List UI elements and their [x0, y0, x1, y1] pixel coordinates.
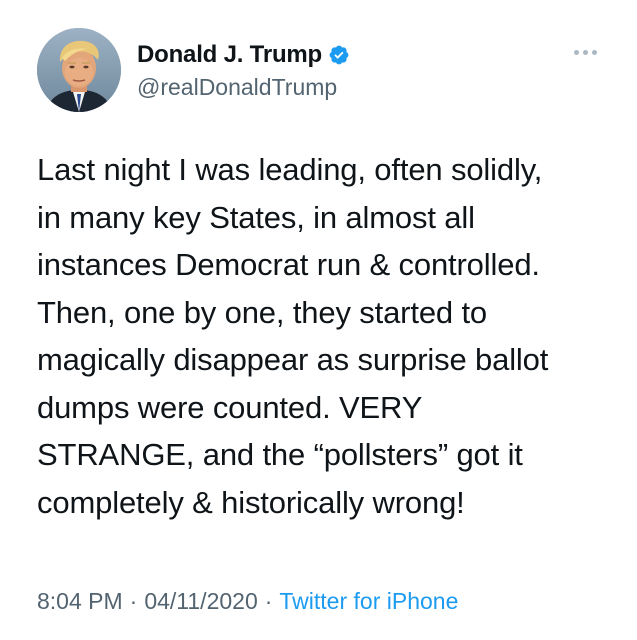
tweet-line: completely & historically wrong! [37, 484, 465, 520]
tweet-line: magically disappear as surprise ballot [37, 342, 549, 377]
tweet-line: Then, one by one, they started to [37, 294, 488, 330]
tweet-time[interactable]: 8:04 PM [37, 588, 123, 615]
author-display-name[interactable]: Donald J. Trump [137, 41, 322, 69]
tweet-date[interactable]: 04/11/2020 [144, 588, 257, 615]
tweet-card: Donald J. Trump @realDonaldTrump Last ni… [0, 0, 637, 640]
tweet-line: STRANGE, and the “pollsters” got it [37, 437, 523, 472]
name-row: Donald J. Trump [137, 41, 350, 69]
meta-separator: · [264, 588, 273, 614]
tweet-source-link[interactable]: Twitter for iPhone [279, 588, 458, 615]
meta-separator: · [129, 588, 138, 614]
tweet-line: in many key States, in almost all [37, 199, 475, 235]
avatar-image [37, 28, 121, 112]
verified-badge-icon [328, 44, 350, 66]
more-dot [591, 49, 597, 55]
tweet-line: instances Democrat run & controlled. [37, 247, 540, 282]
tweet-line: Last night I was leading, often solidly, [37, 152, 543, 187]
tweet-meta: 8:04 PM · 04/11/2020 · Twitter for iPhon… [37, 588, 458, 615]
tweet-text: Last night I was leading, often solidly,… [37, 146, 617, 526]
author-block: Donald J. Trump @realDonaldTrump [137, 41, 350, 101]
author-handle[interactable]: @realDonaldTrump [137, 74, 350, 101]
more-options-icon[interactable] [568, 42, 602, 62]
more-dot [582, 49, 588, 55]
tweet-line: dumps were counted. VERY [37, 389, 423, 425]
more-dot [573, 49, 579, 55]
avatar[interactable] [37, 28, 121, 112]
